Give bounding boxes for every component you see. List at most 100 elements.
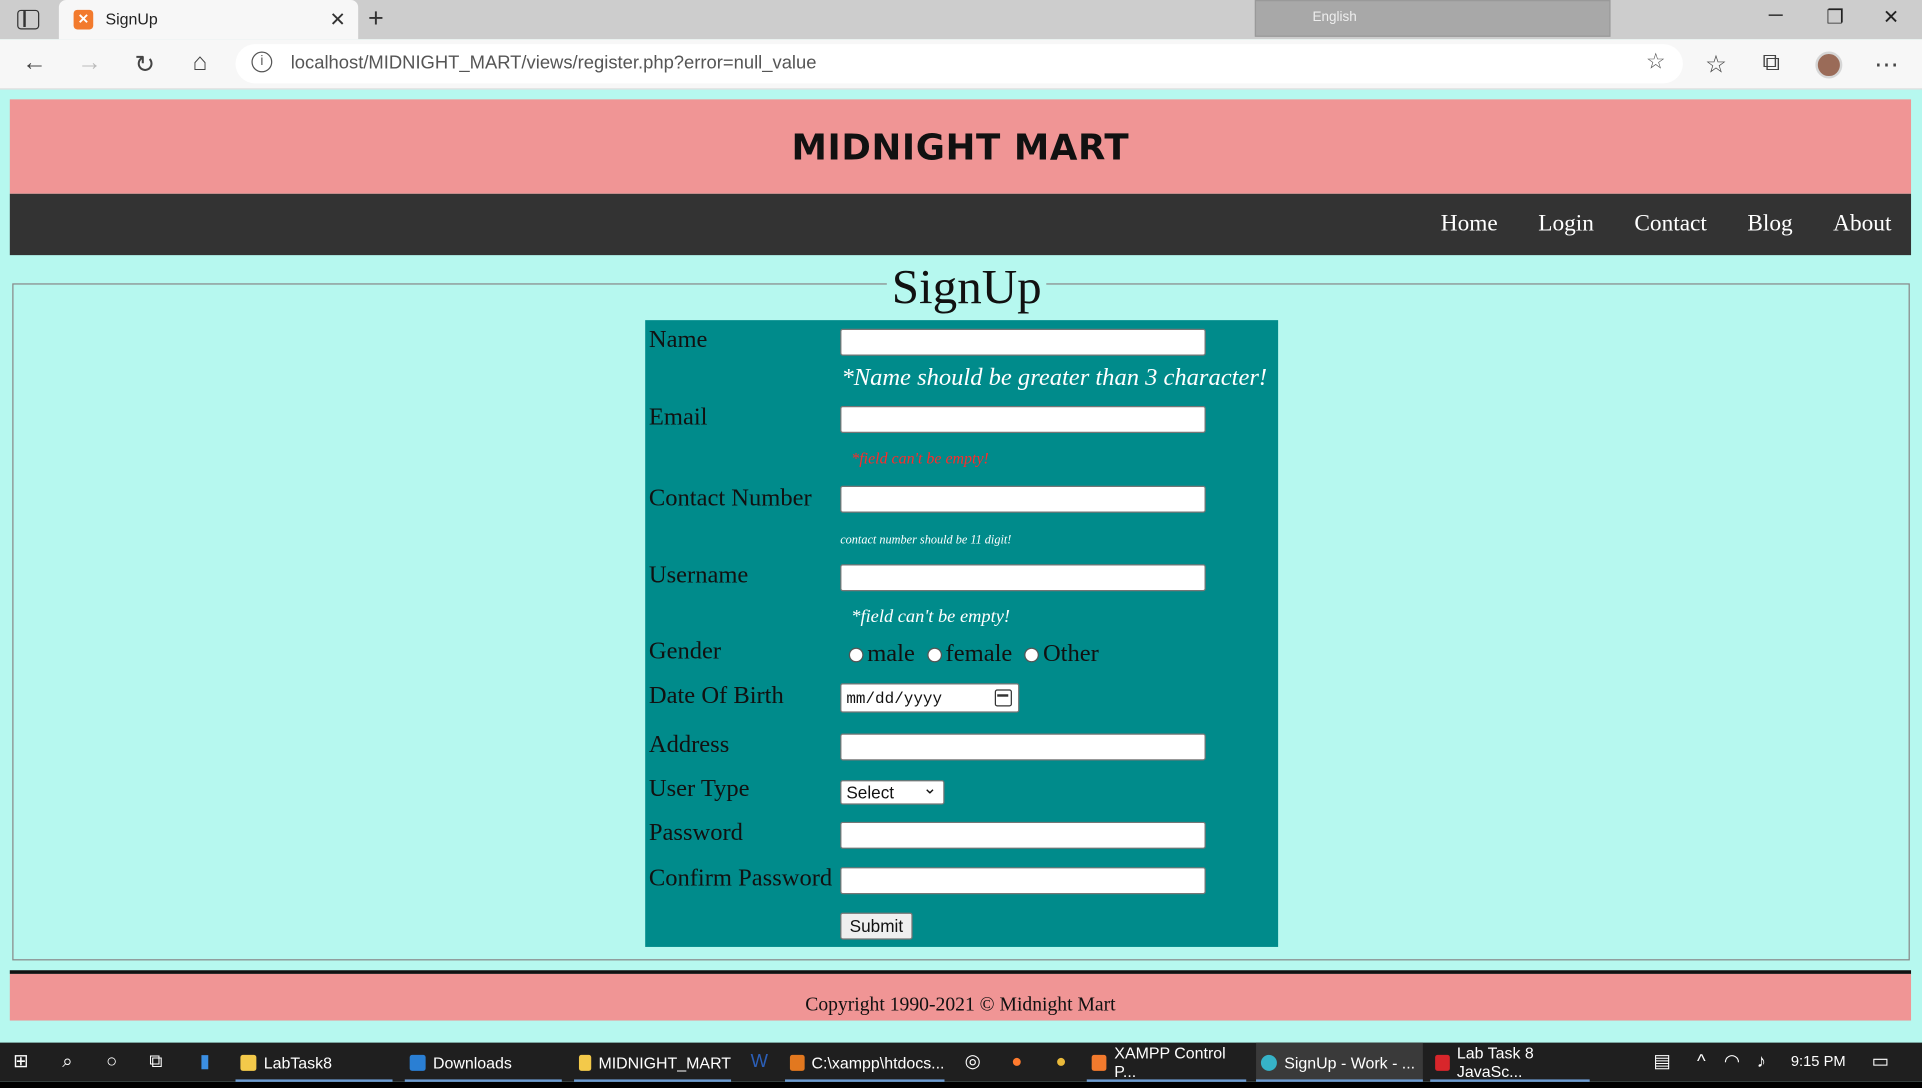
back-icon[interactable]: ←	[20, 49, 49, 77]
user-type-selected: Select	[846, 782, 895, 803]
app-running-indicator	[404, 1079, 562, 1082]
password-input[interactable]	[840, 821, 1206, 849]
profile-avatar[interactable]	[1815, 51, 1843, 79]
restore-icon[interactable]: ❐	[1826, 5, 1844, 30]
username-input[interactable]	[840, 564, 1206, 592]
taskbar-app-edge-signup[interactable]: SignUp - Work - ...	[1256, 1042, 1423, 1082]
username-label: Username	[648, 561, 749, 589]
url-text: localhost/MIDNIGHT_MART/views/register.p…	[290, 52, 817, 74]
firefox-icon[interactable]: ●	[1006, 1051, 1028, 1073]
volume-icon[interactable]: ♪	[1750, 1051, 1772, 1073]
language-label: English	[1312, 9, 1357, 25]
nav-blog-link[interactable]: Blog	[1747, 211, 1792, 238]
download-icon	[409, 1054, 426, 1071]
taskbar-app-htdocs[interactable]: C:\xampp\htdocs...	[785, 1043, 945, 1082]
address-label: Address	[648, 731, 730, 759]
collections-icon[interactable]: ⧉	[1756, 49, 1785, 77]
address-bar: ← → ↻ ⌂ i localhost/MIDNIGHT_MART/views/…	[0, 39, 1922, 90]
news-icon[interactable]: ▤	[1651, 1051, 1673, 1073]
more-menu-icon[interactable]: ⋯	[1872, 49, 1901, 80]
user-type-label: User Type	[648, 775, 750, 803]
email-error-message: *field can't be empty!	[851, 448, 989, 468]
close-window-icon[interactable]: ✕	[1883, 5, 1899, 30]
windows-start-icon[interactable]: ⊞	[10, 1051, 32, 1073]
windows-taskbar: ⊞ ⌕ ○ ⧉ ▮ LabTask8 Downloads MIDNIGHT_MA…	[0, 1042, 1922, 1082]
email-label: Email	[648, 403, 708, 431]
nav-about-link[interactable]: About	[1833, 211, 1891, 238]
nav-login-link[interactable]: Login	[1538, 211, 1594, 238]
folder-icon	[240, 1054, 257, 1071]
taskbar-app-label: LabTask8	[263, 1053, 332, 1072]
gender-female-label: female	[945, 640, 1013, 668]
app-running-indicator	[574, 1079, 732, 1082]
home-icon[interactable]: ⌂	[185, 49, 214, 77]
taskbar-app-midnight-mart[interactable]: MIDNIGHT_MART	[574, 1043, 732, 1082]
user-type-select[interactable]: Select	[840, 778, 945, 805]
forward-icon[interactable]: →	[75, 49, 104, 77]
confirm-password-input[interactable]	[840, 867, 1206, 895]
wifi-icon[interactable]: ◠	[1721, 1051, 1743, 1073]
taskbar-app-label: XAMPP Control P...	[1114, 1043, 1226, 1081]
contact-input[interactable]	[840, 485, 1206, 513]
password-label: Password	[648, 819, 743, 847]
taskbar-app-pdf[interactable]: Lab Task 8 JavaSc...	[1430, 1043, 1590, 1082]
edge-icon	[1260, 1054, 1277, 1071]
web-page: MIDNIGHT MART Home Login Contact Blog Ab…	[0, 90, 1922, 1043]
cortana-icon[interactable]: ○	[101, 1051, 123, 1073]
tray-chevron-icon[interactable]: ^	[1690, 1051, 1712, 1073]
editor-icon	[789, 1054, 805, 1071]
search-icon[interactable]: ⌕	[56, 1051, 78, 1073]
close-tab-icon[interactable]: ✕	[329, 7, 345, 32]
browser-tab-bar: ✕ SignUp ✕ + English ─ ❐ ✕	[0, 0, 1922, 40]
taskbar-app-label: C:\xampp\htdocs...	[811, 1053, 945, 1072]
contact-error-message: contact number should be 11 digit!	[840, 533, 1012, 548]
site-info-icon[interactable]: i	[251, 51, 273, 73]
signup-form: Name *Name should be greater than 3 char…	[645, 320, 1279, 947]
clock[interactable]: 9:15 PM	[1791, 1052, 1846, 1069]
new-tab-icon[interactable]: +	[368, 2, 384, 34]
nav-contact-link[interactable]: Contact	[1634, 211, 1707, 238]
gender-label: Gender	[648, 637, 722, 665]
word-icon[interactable]: W	[748, 1051, 770, 1073]
submit-button[interactable]: Submit	[840, 912, 913, 940]
nav-home-link[interactable]: Home	[1441, 211, 1498, 238]
pdf-icon	[1435, 1054, 1450, 1071]
taskbar-app-labtask8[interactable]: LabTask8	[235, 1043, 393, 1082]
name-input[interactable]	[840, 328, 1206, 356]
taskbar-app-xampp[interactable]: XAMPP Control P...	[1086, 1043, 1247, 1082]
dob-placeholder: mm/dd/yyyy	[846, 689, 943, 708]
email-input[interactable]	[840, 406, 1206, 433]
site-header: MIDNIGHT MART	[9, 99, 1912, 194]
gender-male-radio[interactable]	[848, 647, 864, 662]
tab-actions-icon[interactable]	[17, 9, 40, 30]
site-nav: Home Login Contact Blog About	[9, 193, 1912, 256]
gender-radio-group: male female Other	[844, 640, 1099, 668]
language-bar[interactable]: English	[1254, 0, 1611, 37]
chrome-icon[interactable]: ●	[1050, 1051, 1072, 1073]
copyright-text: Copyright 1990-2021 © Midnight Mart	[805, 994, 1116, 1016]
browser-tab[interactable]: ✕ SignUp ✕	[58, 0, 359, 40]
taskbar-app-downloads[interactable]: Downloads	[404, 1043, 562, 1082]
favorites-icon[interactable]: ☆	[1701, 49, 1730, 80]
address-input[interactable]	[840, 733, 1206, 761]
notifications-icon[interactable]: ▭	[1869, 1051, 1891, 1073]
notepad-icon[interactable]: ▮	[194, 1051, 216, 1073]
app-icon[interactable]: ◎	[962, 1051, 984, 1073]
favorite-add-icon[interactable]: ☆	[1646, 49, 1666, 75]
url-field[interactable]: i localhost/MIDNIGHT_MART/views/register…	[235, 44, 1683, 84]
app-running-indicator	[785, 1079, 945, 1082]
dob-input[interactable]: mm/dd/yyyy	[840, 683, 1020, 713]
gender-female-radio[interactable]	[927, 647, 942, 662]
refresh-icon[interactable]: ↻	[130, 49, 159, 80]
calendar-icon[interactable]	[994, 689, 1012, 707]
task-view-icon[interactable]: ⧉	[145, 1051, 167, 1073]
site-footer: Copyright 1990-2021 © Midnight Mart	[9, 973, 1912, 1021]
taskbar-app-label: MIDNIGHT_MART	[598, 1053, 732, 1072]
signup-legend: SignUp	[886, 257, 1047, 316]
tab-title: SignUp	[105, 9, 158, 29]
gender-other-radio[interactable]	[1024, 647, 1040, 662]
contact-label: Contact Number	[648, 484, 812, 512]
app-running-indicator	[1256, 1079, 1423, 1082]
app-running-indicator	[1430, 1079, 1590, 1082]
minimize-icon[interactable]: ─	[1769, 5, 1783, 27]
